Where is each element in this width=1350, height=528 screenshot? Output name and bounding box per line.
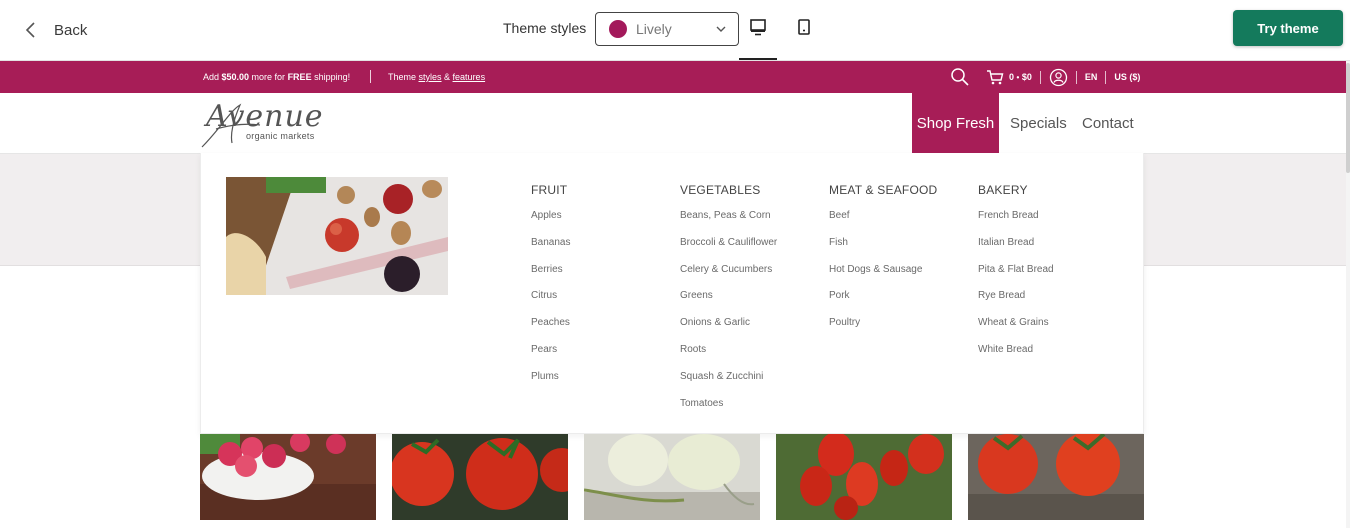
fruit-picnic-image bbox=[226, 177, 448, 295]
cart-total: $0 bbox=[1021, 72, 1032, 82]
account-icon bbox=[1049, 68, 1068, 86]
menu-link[interactable]: Pita & Flat Bread bbox=[978, 264, 1054, 291]
search-button[interactable] bbox=[950, 67, 970, 87]
theme-swatch bbox=[609, 20, 627, 38]
account-button[interactable] bbox=[1049, 68, 1068, 87]
nav-specials[interactable]: Specials bbox=[1010, 93, 1067, 153]
features-link[interactable]: features bbox=[453, 72, 486, 82]
menu-link[interactable]: Fish bbox=[829, 237, 937, 264]
menu-link[interactable]: White Bread bbox=[978, 344, 1054, 371]
menu-link[interactable]: Pears bbox=[531, 344, 570, 371]
menu-link[interactable]: Squash & Zucchini bbox=[680, 371, 777, 398]
theme-styles-label: Theme styles bbox=[503, 20, 587, 36]
divider bbox=[1105, 70, 1107, 84]
back-button[interactable]: Back bbox=[22, 16, 87, 44]
tomato-image bbox=[392, 434, 568, 520]
menu-link[interactable]: Greens bbox=[680, 290, 777, 317]
menu-column-fruit: FRUIT Apples Bananas Berries Citrus Peac… bbox=[531, 183, 570, 398]
free-shipping-message: Add $50.00 more for FREE shipping! bbox=[203, 72, 351, 82]
announcement-bar: Add $50.00 more for FREE shipping! Theme… bbox=[0, 61, 1350, 93]
menu-link[interactable]: Onions & Garlic bbox=[680, 317, 777, 344]
menu-link[interactable]: Apples bbox=[531, 210, 570, 237]
nav-shop-fresh[interactable]: Shop Fresh bbox=[912, 93, 999, 153]
try-theme-button[interactable]: Try theme bbox=[1233, 10, 1343, 46]
menu-link[interactable]: Celery & Cucumbers bbox=[680, 264, 777, 291]
logo-wordmark: Avenue bbox=[206, 99, 324, 134]
back-label: Back bbox=[54, 21, 88, 39]
chevron-left-icon bbox=[25, 22, 35, 38]
onion-image bbox=[584, 434, 760, 520]
mobile-icon bbox=[798, 19, 810, 35]
styles-link[interactable]: styles bbox=[419, 72, 442, 82]
menu-link[interactable]: Berries bbox=[531, 264, 570, 291]
menu-link[interactable]: Roots bbox=[680, 344, 777, 371]
scrollbar[interactable] bbox=[1346, 61, 1350, 528]
cart-count: 0 bbox=[1009, 72, 1015, 82]
header-tools: 0 • $0 EN US ($) bbox=[950, 67, 1140, 87]
menu-link[interactable]: Bananas bbox=[531, 237, 570, 264]
product-tile-cherry-tomatoes[interactable] bbox=[776, 434, 952, 520]
menu-link[interactable]: Wheat & Grains bbox=[978, 317, 1054, 344]
mobile-view-button[interactable] bbox=[786, 18, 822, 48]
product-tile-onions[interactable] bbox=[584, 434, 760, 520]
divider bbox=[1075, 70, 1077, 84]
menu-link[interactable]: Pork bbox=[829, 290, 937, 317]
menu-column-bakery: BAKERY French Bread Italian Bread Pita &… bbox=[978, 183, 1054, 371]
menu-link[interactable]: Broccoli & Cauliflower bbox=[680, 237, 777, 264]
menu-column-title[interactable]: BAKERY bbox=[978, 183, 1054, 197]
menu-column-title[interactable]: MEAT & SEAFOOD bbox=[829, 183, 937, 197]
menu-link[interactable]: Citrus bbox=[531, 290, 570, 317]
menu-link[interactable]: Italian Bread bbox=[978, 237, 1054, 264]
product-tile-vine-tomatoes[interactable] bbox=[968, 434, 1144, 520]
menu-column-title[interactable]: VEGETABLES bbox=[680, 183, 777, 197]
language-selector[interactable]: EN bbox=[1085, 72, 1098, 82]
store-header: Avenue organic markets Shop Fresh Specia… bbox=[0, 93, 1350, 154]
chevron-down-icon bbox=[716, 26, 726, 32]
nav-contact[interactable]: Contact bbox=[1082, 93, 1134, 153]
theme-style-select[interactable]: Lively bbox=[595, 12, 739, 46]
divider bbox=[1039, 70, 1041, 84]
menu-link[interactable]: Poultry bbox=[829, 317, 937, 344]
menu-column-title[interactable]: FRUIT bbox=[531, 183, 570, 197]
scrollbar-thumb[interactable] bbox=[1346, 63, 1350, 173]
mega-menu: FRUIT Apples Bananas Berries Citrus Peac… bbox=[200, 153, 1144, 434]
cart-button[interactable]: 0 • $0 bbox=[986, 68, 1032, 86]
cherry-tomato-image bbox=[776, 434, 952, 520]
search-icon bbox=[951, 68, 969, 86]
menu-column-vegetables: VEGETABLES Beans, Peas & Corn Broccoli &… bbox=[680, 183, 777, 424]
menu-link[interactable]: Beans, Peas & Corn bbox=[680, 210, 777, 237]
menu-link[interactable]: Peaches bbox=[531, 317, 570, 344]
mega-menu-image[interactable] bbox=[226, 177, 448, 295]
menu-column-meat-seafood: MEAT & SEAFOOD Beef Fish Hot Dogs & Saus… bbox=[829, 183, 937, 344]
product-tile-radishes[interactable] bbox=[200, 434, 376, 520]
menu-link[interactable]: Tomatoes bbox=[680, 398, 777, 425]
editor-toolbar: Back Theme styles Lively Try theme bbox=[0, 0, 1350, 61]
theme-styles-features-text: Theme styles & features bbox=[388, 72, 486, 82]
cart-icon bbox=[987, 70, 1004, 85]
menu-link[interactable]: Hot Dogs & Sausage bbox=[829, 264, 937, 291]
vine-tomato-image bbox=[968, 434, 1144, 520]
desktop-view-button[interactable] bbox=[739, 18, 777, 60]
logo-tagline: organic markets bbox=[246, 131, 315, 141]
theme-selected-value: Lively bbox=[636, 21, 672, 37]
menu-link[interactable]: Beef bbox=[829, 210, 937, 237]
store-logo[interactable]: Avenue organic markets bbox=[200, 99, 330, 149]
radish-image bbox=[200, 434, 376, 520]
menu-link[interactable]: French Bread bbox=[978, 210, 1054, 237]
product-tile-tomatoes[interactable] bbox=[392, 434, 568, 520]
divider bbox=[370, 70, 371, 83]
cart-summary: 0 • $0 bbox=[1009, 72, 1032, 82]
menu-link[interactable]: Rye Bread bbox=[978, 290, 1054, 317]
currency-selector[interactable]: US ($) bbox=[1114, 72, 1140, 82]
menu-link[interactable]: Plums bbox=[531, 371, 570, 398]
desktop-icon bbox=[750, 19, 766, 36]
